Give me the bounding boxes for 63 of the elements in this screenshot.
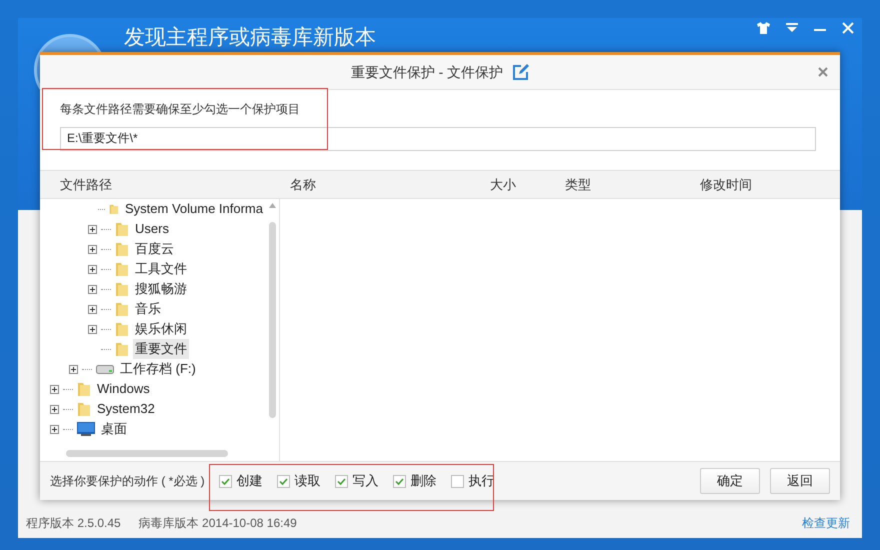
tree-item[interactable]: System Volume Informa	[122, 199, 265, 219]
program-version: 程序版本 2.5.0.45	[26, 515, 121, 532]
expand-button[interactable]	[88, 304, 97, 314]
checkbox-label: 读取	[294, 472, 321, 490]
column-header[interactable]: 修改时间	[700, 174, 840, 194]
checkbox[interactable]	[450, 474, 464, 488]
checkbox[interactable]	[392, 474, 406, 488]
dropdown-icon[interactable]	[786, 23, 798, 33]
tree-item[interactable]: 百度云	[133, 239, 176, 259]
expand-button[interactable]	[88, 324, 97, 334]
folder-icon	[115, 261, 129, 277]
checkbox-label: 写入	[352, 472, 379, 490]
folder-icon	[115, 221, 129, 237]
headline: 发现主程序或病毒库新版本	[124, 26, 376, 50]
tree-item[interactable]: 音乐	[133, 299, 163, 319]
update-link[interactable]: 检查更新	[802, 514, 850, 532]
tree-item[interactable]: 搜狐畅游	[133, 279, 189, 299]
checkbox[interactable]	[218, 474, 232, 488]
tree-item[interactable]: 重要文件	[133, 339, 189, 359]
drive-icon	[96, 364, 114, 374]
expand-button[interactable]	[69, 364, 78, 374]
tree-item[interactable]: System32	[95, 399, 157, 419]
tree-item[interactable]: Windows	[95, 379, 152, 399]
checkbox-label: 执行	[468, 472, 495, 490]
tree-item[interactable]: 娱乐休闲	[133, 319, 189, 339]
scroll-up-icon[interactable]	[268, 203, 276, 208]
expand-button[interactable]	[88, 284, 97, 294]
shirt-icon[interactable]	[757, 22, 770, 34]
folder-icon	[77, 401, 91, 417]
expand-button[interactable]	[50, 424, 59, 434]
folder-icon	[115, 301, 129, 317]
expand-button[interactable]	[50, 404, 59, 414]
database-version: 病毒库版本 2014-10-08 16:49	[138, 515, 297, 532]
tree-item[interactable]: 工作存档 (F:)	[118, 359, 198, 379]
folder-icon	[77, 381, 91, 397]
folder-icon	[115, 321, 129, 337]
tree-item[interactable]: 桌面	[99, 419, 129, 439]
monitor-icon	[77, 422, 95, 436]
expand-button[interactable]	[88, 224, 97, 234]
expand-button[interactable]	[88, 264, 97, 274]
edit-icon[interactable]	[513, 64, 530, 80]
dialog-title: 重要文件保护 - 文件保护	[350, 62, 504, 82]
checkbox-label: 删除	[410, 472, 437, 490]
folder-icon	[115, 281, 129, 297]
column-header[interactable]: 名称	[280, 174, 490, 194]
expand-button[interactable]	[88, 244, 97, 254]
checkbox[interactable]	[334, 474, 348, 488]
folder-icon	[115, 341, 129, 357]
close-icon[interactable]	[818, 67, 828, 77]
hint-text: 每条文件路径需要确保至少勾选一个保护项目	[60, 101, 301, 118]
actions-label: 选择你要保护的动作 ( *必选 )	[50, 473, 205, 490]
tree-item[interactable]: 工具文件	[133, 259, 189, 279]
checkbox-label: 创建	[236, 472, 263, 490]
checkbox[interactable]	[276, 474, 290, 488]
path-field[interactable]: E:\重要文件\*	[60, 126, 816, 150]
expand-button[interactable]	[50, 384, 59, 394]
tree-item[interactable]: Users	[133, 219, 171, 239]
column-header[interactable]: 大小	[490, 174, 565, 194]
column-header[interactable]: 文件路径	[40, 174, 280, 194]
dialog-button[interactable]: 确定	[700, 468, 760, 494]
column-header[interactable]: 类型	[565, 174, 700, 194]
dialog-button[interactable]: 返回	[770, 468, 830, 494]
folder-icon	[115, 241, 129, 257]
